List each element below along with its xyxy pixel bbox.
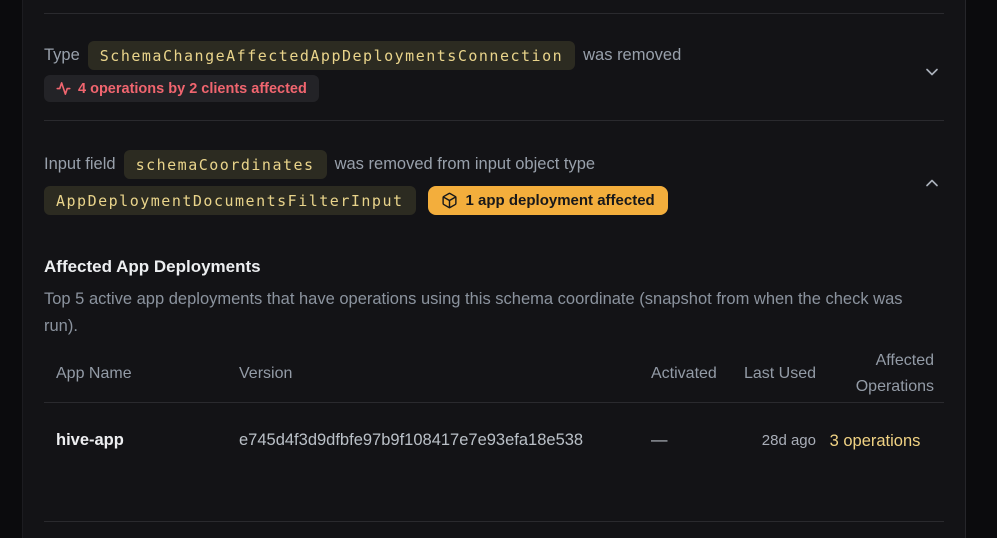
expand-toggle-button[interactable] xyxy=(922,62,942,82)
version-cell: e745d4f3d9dfbfe97b9f108417e7e93efa18e538 xyxy=(239,431,583,449)
code-badge-type-name: SchemaChangeAffectedAppDeploymentsConnec… xyxy=(88,41,575,70)
package-icon xyxy=(441,192,458,209)
schema-changes-panel: Type SchemaChangeAffectedAppDeploymentsC… xyxy=(22,0,966,538)
affected-app-deployments-description: Top 5 active app deployments that have o… xyxy=(44,286,924,340)
app-name-cell: hive-app xyxy=(56,431,124,449)
change-prefix: Input field xyxy=(44,155,116,174)
divider xyxy=(44,521,944,522)
chevron-down-icon xyxy=(922,62,942,82)
change-suffix: was removed xyxy=(583,46,681,65)
change-summary-line-2: AppDeploymentDocumentsFilterInput 1 app … xyxy=(44,186,944,215)
column-header-version: Version xyxy=(227,346,639,402)
change-item-input-field-removed[interactable]: Input field schemaCoordinates was remove… xyxy=(44,121,944,215)
affected-app-deployments-heading: Affected App Deployments xyxy=(44,256,944,277)
table-header-row: App Name Version Activated Last Used Aff… xyxy=(44,346,944,402)
change-prefix: Type xyxy=(44,46,80,65)
operations-affected-label: 4 operations by 2 clients affected xyxy=(78,81,307,97)
last-used-cell: 28d ago xyxy=(762,432,816,449)
change-suffix: was removed from input object type xyxy=(335,155,595,174)
app-deployments-table: App Name Version Activated Last Used Aff… xyxy=(44,346,944,479)
collapse-toggle-button[interactable] xyxy=(922,173,942,193)
change-summary: Type SchemaChangeAffectedAppDeploymentsC… xyxy=(44,41,944,70)
code-badge-field-name: schemaCoordinates xyxy=(124,150,327,179)
app-deployment-affected-badge: 1 app deployment affected xyxy=(428,186,668,215)
affected-operations-link[interactable]: 3 operations xyxy=(830,428,921,454)
table-row: hive-app e745d4f3d9dfbfe97b9f108417e7e93… xyxy=(44,402,944,479)
activity-icon xyxy=(56,81,71,96)
column-header-last-used: Last Used xyxy=(731,346,816,402)
app-deployment-affected-label: 1 app deployment affected xyxy=(466,192,655,209)
change-summary: Input field schemaCoordinates was remove… xyxy=(44,150,944,179)
code-badge-input-type-name: AppDeploymentDocumentsFilterInput xyxy=(44,186,416,215)
change-item-type-removed[interactable]: Type SchemaChangeAffectedAppDeploymentsC… xyxy=(44,14,944,120)
column-header-affected-operations: Affected Operations xyxy=(816,346,944,402)
chevron-up-icon xyxy=(922,173,942,193)
column-header-app-name: App Name xyxy=(44,346,227,402)
column-header-activated: Activated xyxy=(639,346,731,402)
operations-affected-badge: 4 operations by 2 clients affected xyxy=(44,75,319,102)
activated-cell: — xyxy=(651,431,668,449)
